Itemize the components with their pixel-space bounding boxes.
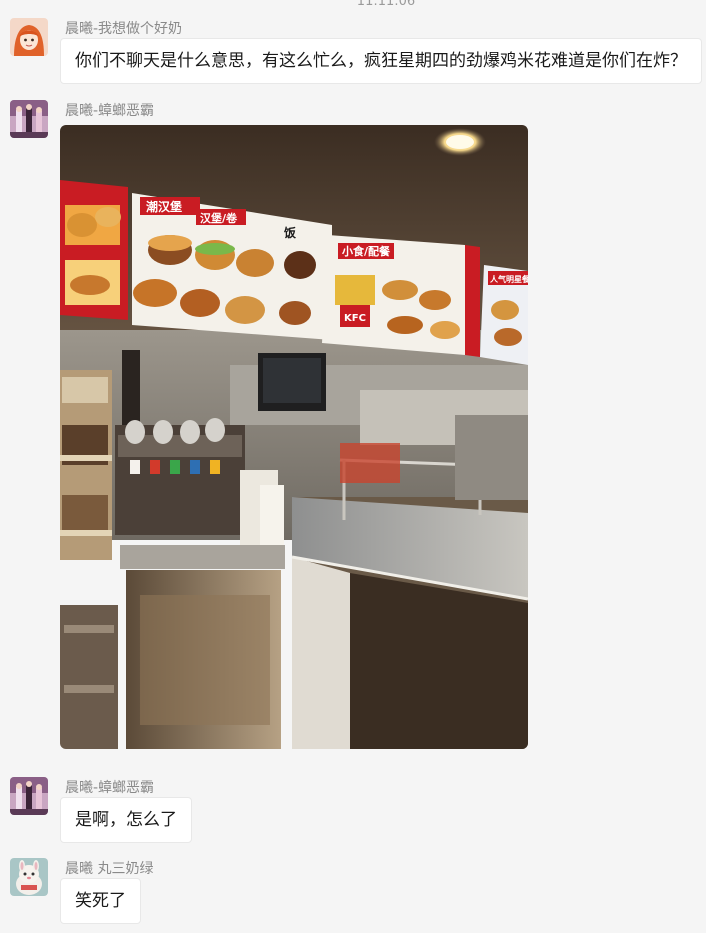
svg-text:潮汉堡: 潮汉堡 [146,199,182,214]
sender-name: 晨曦-蟑螂恶霸 [65,103,155,119]
message-item: 晨曦 丸三奶绿 笑死了 [10,858,706,928]
svg-text:人气明星餐: 人气明星餐 [490,274,528,284]
avatar[interactable] [10,777,48,815]
avatar[interactable] [10,18,48,56]
svg-text:小食/配餐: 小食/配餐 [341,244,391,258]
svg-text:饭: 饭 [283,225,296,240]
message-bubble[interactable]: 你们不聊天是什么意思，有这么忙么，疯狂星期四的劲爆鸡米花难道是你们在炸？ [60,38,702,84]
message-bubble[interactable]: 是啊，怎么了 [60,797,192,843]
avatar[interactable] [10,858,48,896]
message-bubble[interactable]: 笑死了 [60,878,141,924]
svg-text:汉堡/卷: 汉堡/卷 [200,211,238,225]
message-item: 晨曦-蟑螂恶霸 是啊，怎么了 [10,777,706,843]
sender-name: 晨曦-蟑螂恶霸 [65,780,155,796]
chat-timestamp: 11:11:06 [356,0,416,9]
message-item: 晨曦-我想做个好奶 你们不聊天是什么意思，有这么忙么，疯狂星期四的劲爆鸡米花难道… [10,18,706,88]
svg-text:KFC: KFC [344,313,366,324]
message-item: 晨曦-蟑螂恶霸 潮汉堡 汉堡/卷 饭 小食/配餐 KFC 人气明星餐 [10,100,706,750]
kfc-counter-photo[interactable]: 潮汉堡 汉堡/卷 饭 小食/配餐 KFC 人气明星餐 [60,125,528,749]
avatar[interactable] [10,100,48,138]
sender-name: 晨曦 丸三奶绿 [65,861,154,877]
sender-name: 晨曦-我想做个好奶 [65,21,183,37]
